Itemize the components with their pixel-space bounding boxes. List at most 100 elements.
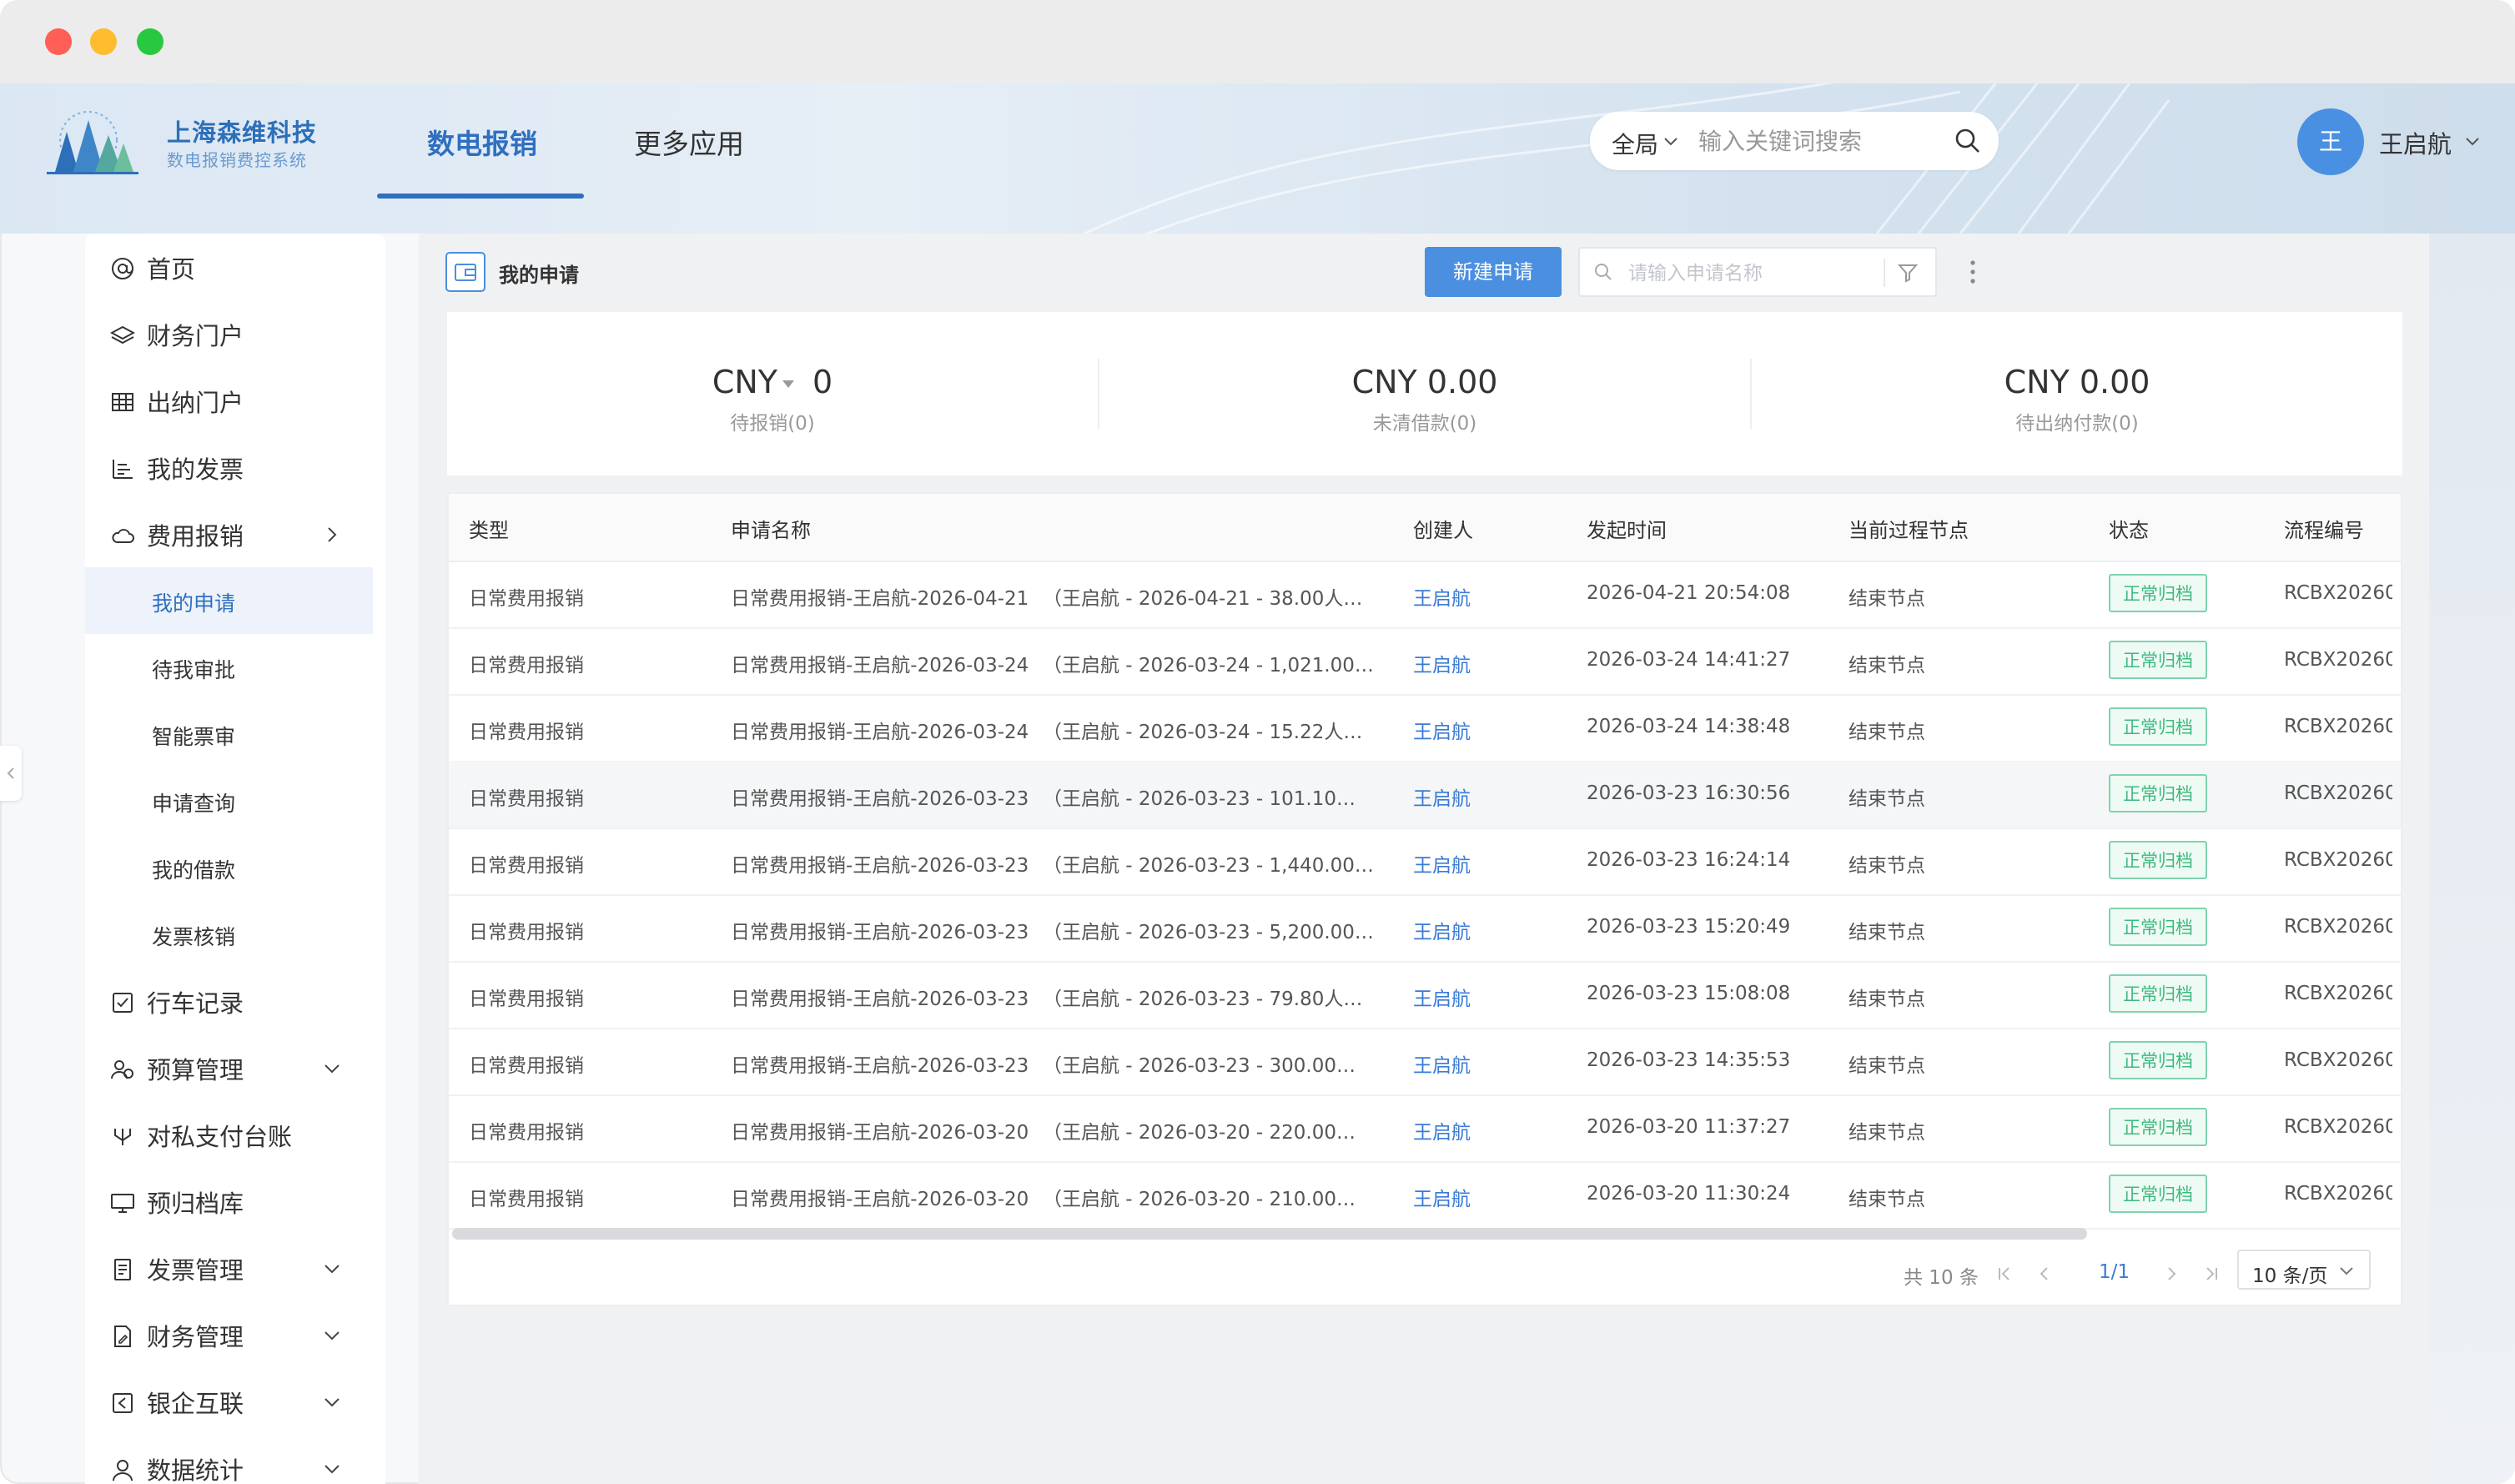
sidebar-item-private-payment-ledger[interactable]: 对私支付台账 [85,1101,385,1168]
cell-creator-link[interactable]: 王启航 [1413,1049,1471,1078]
application-name-input[interactable] [1627,259,1880,289]
sidebar-subitem-application-query[interactable]: 申请查询 [85,767,373,834]
sidebar-item-label: 我的发票 [147,455,244,484]
table-row[interactable]: 日常费用报销 日常费用报销-王启航-2026-03-23 （王启航 - 2026-0… [449,894,2401,963]
sidebar-subitem-pending-approval[interactable]: 待我审批 [85,634,373,701]
status-badge: 正常归档 [2109,1108,2207,1146]
table-row[interactable]: 日常费用报销 日常费用报销-王启航-2026-03-20 （王启航 - 2026-0… [449,1161,2401,1230]
sidebar-subitem-invoice-writeoff[interactable]: 发票核销 [85,901,373,968]
cell-start-time: 2026-03-24 14:38:48 [1587,716,1791,737]
sidebar-item-label: 财务门户 [147,322,244,350]
cell-detail: （王启航 - 2026-03-24 - 15.22人… [1043,722,1363,743]
column-header-start-time[interactable]: 发起时间 [1587,514,1667,543]
cell-start-time: 2026-03-23 15:20:49 [1587,916,1791,938]
search-scope-select[interactable]: 全局 [1612,127,1658,160]
column-header-creator[interactable]: 创建人 [1413,514,1473,543]
cell-name: 日常费用报销-王启航-2026-03-23 [731,788,1029,810]
horizontal-scrollbar[interactable] [452,1228,2087,1240]
cell-creator-link[interactable]: 王启航 [1413,716,1471,744]
currency-select[interactable]: CNY [712,364,777,400]
sidebar-subitem-label: 发票核销 [152,925,236,949]
global-search-box: 全局 [1590,112,1999,170]
cell-creator-link[interactable]: 王启航 [1413,916,1471,944]
last-page-icon[interactable] [2202,1265,2221,1283]
cell-creator-link[interactable]: 王启航 [1413,782,1471,811]
search-icon[interactable] [1954,127,1982,155]
caret-down-icon[interactable] [782,380,794,388]
cell-creator-link[interactable]: 王启航 [1413,649,1471,677]
column-header-flow-number[interactable]: 流程编号 [2284,514,2364,543]
table-row[interactable]: 日常费用报销 日常费用报销-王启航-2026-03-23 （王启航 - 2026-0… [449,961,2401,1029]
first-page-icon[interactable] [1995,1265,2014,1283]
sidebar-item-bank-enterprise-link[interactable]: 银企互联 [85,1368,385,1435]
column-header-current-node[interactable]: 当前过程节点 [1849,514,1969,543]
user-icon [113,1460,133,1481]
cell-detail: （王启航 - 2026-03-23 - 79.80人… [1043,988,1363,1010]
sidebar-subitem-my-applications[interactable]: 我的申请 [85,567,373,634]
avatar[interactable]: 王 [2297,108,2364,175]
table-row[interactable]: 日常费用报销 日常费用报销-王启航-2026-03-24 （王启航 - 2026-0… [449,694,2401,762]
cell-current-node: 结束节点 [1849,655,1925,677]
table-row[interactable]: 日常费用报销 日常费用报销-王启航-2026-03-24 （王启航 - 2026-0… [449,627,2401,696]
more-vertical-icon[interactable] [1962,255,1984,289]
table-row[interactable]: 日常费用报销 日常费用报销-王启航-2026-04-21 （王启航 - 2026-0… [449,561,2401,629]
window-maximize-button[interactable] [137,28,163,55]
tab-more-apps[interactable]: 更多应用 [634,122,744,162]
column-header-name[interactable]: 申请名称 [731,514,811,543]
cell-creator-link[interactable]: 王启航 [1413,582,1471,611]
prev-page-icon[interactable] [2035,1265,2054,1283]
column-header-type[interactable]: 类型 [469,514,509,543]
cell-creator-link[interactable]: 王启航 [1413,1183,1471,1211]
pagination-total: 共 10 条 [1904,1267,1979,1289]
sidebar-item-home[interactable]: 首页 [85,234,385,300]
sidebar-subitem-smart-invoice-review[interactable]: 智能票审 [85,701,373,767]
chevron-down-icon[interactable] [1662,132,1680,150]
checkbox-icon [113,993,133,1013]
cell-creator-link[interactable]: 王启航 [1413,983,1471,1011]
sidebar-item-finance-management[interactable]: 财务管理 [85,1301,385,1368]
sidebar-item-budget-management[interactable]: 预算管理 [85,1034,385,1101]
sidebar-item-my-invoices[interactable]: 我的发票 [85,434,385,501]
sidebar-item-invoice-management[interactable]: 发票管理 [85,1235,385,1301]
table-row[interactable]: 日常费用报销 日常费用报销-王启航-2026-03-23 （王启航 - 2026-0… [449,828,2401,896]
cell-creator-link[interactable]: 王启航 [1413,1116,1471,1144]
table-row[interactable]: 日常费用报销 日常费用报销-王启航-2026-03-23 （王启航 - 2026-0… [449,1028,2401,1096]
window-close-button[interactable] [45,28,72,55]
cell-current-node: 结束节点 [1849,788,1925,810]
status-badge: 正常归档 [2109,707,2207,746]
user-name[interactable]: 王启航 [2379,125,2452,160]
status-badge: 正常归档 [2109,841,2207,879]
sidebar-item-cashier-portal[interactable]: 出纳门户 [85,367,385,434]
new-application-button[interactable]: 新建申请 [1425,247,1562,297]
sidebar-item-pre-archive[interactable]: 预归档库 [85,1168,385,1235]
cell-flow-number: RCBX20260 [2284,1116,2392,1138]
sidebar-collapse-handle[interactable] [0,746,22,801]
cell-start-time: 2026-04-21 20:54:08 [1587,582,1791,604]
filter-icon[interactable] [1897,262,1919,284]
status-badge: 正常归档 [2109,574,2207,612]
cell-creator-link[interactable]: 王启航 [1413,849,1471,878]
sidebar-item-label: 对私支付台账 [147,1123,293,1151]
status-badge: 正常归档 [2109,1041,2207,1079]
page-size-value: 10 条/页 [2252,1265,2328,1287]
sidebar-item-data-statistics[interactable]: 数据统计 [85,1435,385,1484]
cell-name: 日常费用报销-王启航-2026-03-24 [731,722,1029,743]
tab-expense-reimbursement[interactable]: 数电报销 [427,122,537,162]
cell-name: 日常费用报销-王启航-2026-03-23 [731,922,1029,943]
page-size-select[interactable]: 10 条/页 [2237,1250,2371,1290]
cell-name: 日常费用报销-王启航-2026-04-21 [731,588,1029,610]
sidebar-item-finance-portal[interactable]: 财务门户 [85,300,385,367]
cell-type: 日常费用报销 [469,1055,584,1077]
sidebar-subitem-label: 待我审批 [152,658,236,682]
sidebar-item-expense-reimbursement[interactable]: 费用报销 [85,501,385,567]
column-header-status[interactable]: 状态 [2109,514,2149,543]
cell-name: 日常费用报销-王启航-2026-03-23 [731,1055,1029,1077]
table-row[interactable]: 日常费用报销 日常费用报销-王启航-2026-03-23 （王启航 - 2026-0… [449,761,2401,829]
chevron-down-icon[interactable] [2462,131,2482,151]
sidebar-item-driving-records[interactable]: 行车记录 [85,968,385,1034]
global-search-input[interactable] [1697,123,1950,158]
sidebar-subitem-my-loans[interactable]: 我的借款 [85,834,373,901]
next-page-icon[interactable] [2162,1265,2181,1283]
table-row[interactable]: 日常费用报销 日常费用报销-王启航-2026-03-20 （王启航 - 2026-0… [449,1094,2401,1163]
window-minimize-button[interactable] [90,28,117,55]
